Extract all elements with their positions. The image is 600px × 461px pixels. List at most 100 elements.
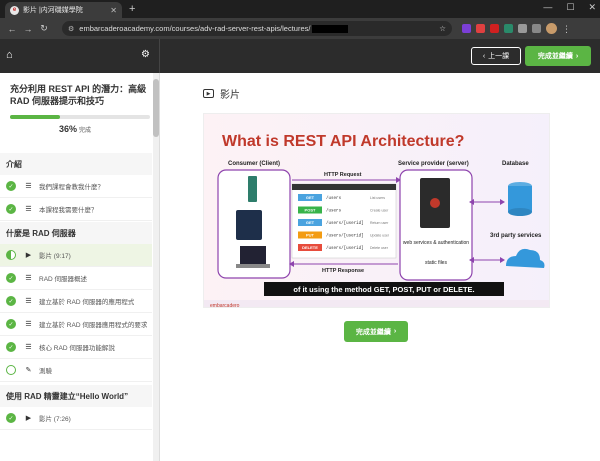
- completed-check-icon: ✓: [6, 319, 16, 329]
- endpoint-desc: List users: [370, 196, 385, 200]
- extension-icon[interactable]: [490, 24, 499, 33]
- progress-percent: 36%: [58, 124, 77, 134]
- window-controls: — ☐ ✕: [543, 2, 596, 13]
- chevron-left-icon: ‹: [482, 52, 486, 60]
- course-title: 充分利用 REST API 的潛力：高級 RAD 伺服器提示和技巧: [10, 84, 147, 106]
- completed-check-icon: ✓: [6, 273, 16, 283]
- completed-check-icon: ✓: [6, 204, 16, 214]
- site-info-icon[interactable]: ⚙: [68, 25, 74, 33]
- footer-brand: embarcadero: [210, 303, 240, 308]
- previous-label: 上一課: [488, 53, 510, 60]
- lecture-label: 建立基於 RAD 伺服器應用程式的要求: [39, 322, 148, 329]
- browser-tab[interactable]: e 影片 |内河磯媒學院 ✕: [5, 2, 122, 18]
- consumer-label: Consumer (Client): [228, 161, 280, 167]
- chevron-right-icon: ›: [393, 328, 397, 335]
- endpoint-path: /users/[userid]: [326, 234, 364, 239]
- lecture-item[interactable]: ✓ ☰ 建立基於 RAD 伺服器應用程式的要求: [0, 313, 152, 336]
- phone-device: [248, 176, 257, 202]
- redacted-block: [312, 24, 349, 33]
- minimize-icon[interactable]: —: [543, 2, 552, 13]
- download-icon[interactable]: [532, 24, 541, 33]
- maximize-icon[interactable]: ☐: [566, 2, 574, 13]
- endpoint-path: /users/[userid]: [326, 246, 364, 251]
- completed-check-icon: ✓: [6, 181, 16, 191]
- section-header: 使用 RAD 精靈建立“Hello World”: [0, 385, 152, 407]
- previous-lecture-button[interactable]: ‹ 上一課: [471, 47, 521, 65]
- endpoint-path: /users: [326, 209, 342, 214]
- reload-icon[interactable]: ↻: [38, 23, 50, 34]
- http-response-label: HTTP Response: [322, 268, 364, 274]
- lecture-label: 影片 (7:26): [39, 416, 71, 423]
- page: ⌂ ⚙ ‹ 上一課 完成並繼續 › 充分利用 REST API 的潛力：高級 R…: [0, 39, 600, 461]
- server-item: static files: [425, 260, 447, 266]
- scrollbar-thumb[interactable]: [153, 79, 159, 137]
- method-label: DELETE: [302, 245, 318, 250]
- lecture-item[interactable]: ✓ ☰ 建立基於 RAD 伺服器的應用程式: [0, 290, 152, 313]
- back-icon[interactable]: ←: [6, 24, 18, 34]
- lecture-item[interactable]: ✓ ☰ RAD 伺服器概述: [0, 267, 152, 290]
- lecture-item[interactable]: ✎ 測驗: [0, 359, 152, 382]
- new-tab-icon[interactable]: +: [129, 3, 135, 15]
- video-player[interactable]: What is REST API Architecture? Consumer …: [203, 113, 550, 308]
- close-tab-icon[interactable]: ✕: [110, 6, 117, 15]
- extension-icon[interactable]: [462, 24, 471, 33]
- settings-icon[interactable]: ⚙: [141, 49, 150, 60]
- lecture-heading: ▶ 影片: [203, 86, 240, 101]
- lecture-item[interactable]: ✓ ☰ 我們課程會教我什麼？: [0, 175, 152, 198]
- lecture-label: RAD 伺服器概述: [39, 276, 88, 283]
- tablet-device: [236, 210, 262, 240]
- method-label: POST: [305, 208, 316, 213]
- server-item: web services & authentication: [403, 240, 469, 246]
- endpoint-desc: Create user: [370, 209, 389, 213]
- lecture-label: 核心 RAD 伺服器功能解說: [39, 345, 115, 352]
- lecture-label: 測驗: [39, 368, 52, 375]
- lecture-item[interactable]: ✓ ☰ 本課程我需要什麼？: [0, 198, 152, 221]
- third-party-label: 3rd party services: [490, 233, 542, 239]
- extensions-bar: ⋮: [462, 23, 571, 34]
- progress-suffix: 完成: [79, 128, 92, 134]
- lecture-label: 我們課程會教我什麼？: [39, 184, 104, 191]
- sidebar-scrollbar[interactable]: [153, 73, 159, 461]
- endpoint-desc: Delete user: [370, 246, 389, 250]
- url-text: embarcaderoacademy.com/courses/adv-rad-s…: [79, 24, 311, 33]
- complete-continue-button-bottom[interactable]: 完成並繼續 ›: [344, 321, 408, 342]
- lecture-item[interactable]: ✓ ☰ 核心 RAD 伺服器功能解說: [0, 336, 152, 359]
- endpoint-path: /users/[userid]: [326, 221, 364, 226]
- complete-continue-button[interactable]: 完成並繼續 ›: [525, 46, 591, 66]
- lecture-label: 建立基於 RAD 伺服器的應用程式: [39, 299, 135, 306]
- close-window-icon[interactable]: ✕: [588, 2, 596, 13]
- text-lecture-icon: ☰: [25, 206, 32, 213]
- quiz-icon: ✎: [25, 367, 32, 374]
- bookmark-star-icon[interactable]: ☆: [439, 24, 446, 33]
- extension-icon[interactable]: [504, 24, 513, 33]
- method-label: PUT: [306, 233, 315, 238]
- slide-image: What is REST API Architecture? Consumer …: [204, 114, 549, 308]
- lecture-item-active[interactable]: ▶ 影片 (9:17): [0, 244, 152, 267]
- profile-avatar[interactable]: [546, 23, 557, 34]
- provider-label: Service provider (server): [398, 161, 469, 167]
- slide-title: What is REST API Architecture?: [222, 133, 464, 150]
- address-bar[interactable]: ⚙ embarcaderoacademy.com/courses/adv-rad…: [62, 21, 452, 36]
- forward-icon[interactable]: →: [22, 24, 34, 34]
- endpoint-path: /users: [326, 196, 342, 201]
- home-icon[interactable]: ⌂: [6, 49, 13, 61]
- video-lecture-icon: ▶: [25, 415, 32, 422]
- lecture-heading-text: 影片: [220, 90, 240, 101]
- endpoint-desc: Update user: [370, 234, 390, 238]
- menu-icon[interactable]: ⋮: [562, 24, 571, 34]
- browser-toolbar: ← → ↻ ⚙ embarcaderoacademy.com/courses/a…: [0, 18, 600, 39]
- text-lecture-icon: ☰: [25, 298, 32, 305]
- video-lecture-icon: ▶: [25, 252, 32, 259]
- course-topbar: ⌂ ⚙ ‹ 上一課 完成並繼續 ›: [0, 39, 600, 73]
- progress-fill: [10, 115, 61, 119]
- lecture-label: 本課程我需要什麼？: [39, 207, 98, 214]
- topbar-divider: [159, 39, 160, 73]
- lecture-item[interactable]: ✓ ▶ 影片 (7:26): [0, 407, 152, 430]
- extension-icon[interactable]: [476, 24, 485, 33]
- section-header: 介紹: [0, 153, 152, 175]
- puzzle-icon[interactable]: [518, 24, 527, 33]
- chevron-right-icon: ›: [575, 52, 579, 60]
- method-label: GET: [306, 220, 315, 225]
- complete-label: 完成並繼續: [537, 53, 573, 60]
- continue-label: 完成並繼續: [355, 328, 391, 336]
